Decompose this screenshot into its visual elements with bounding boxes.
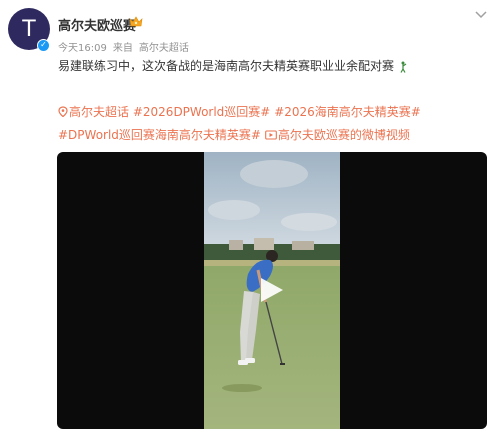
source-prefix: 来自 — [112, 43, 133, 54]
play-icon[interactable] — [256, 275, 286, 305]
golfer-icon — [400, 61, 407, 73]
video-link[interactable]: 高尔夫欧巡赛的微博视频 — [278, 128, 410, 142]
source-link[interactable]: 高尔夫超话 — [139, 43, 189, 54]
post-time: 今天16:09 — [58, 43, 107, 54]
crown-icon — [129, 16, 143, 27]
tag-supertopic[interactable]: 高尔夫超话 — [69, 105, 129, 119]
post-body: 易建联练习中，这次备战的是海南高尔夫精英赛职业业余配对赛 — [58, 59, 395, 73]
verified-icon: ✓ — [37, 39, 50, 52]
location-icon — [58, 106, 68, 117]
chevron-down-icon[interactable] — [474, 10, 488, 20]
post-meta: 今天16:09 来自 高尔夫超话 — [58, 39, 195, 54]
post-text: 易建联练习中，这次备战的是海南高尔夫精英赛职业业余配对赛 — [58, 57, 478, 75]
tag-dpworld-hainan[interactable]: #DPWorld巡回赛海南高尔夫精英赛# — [58, 128, 261, 142]
video-link-icon — [264, 130, 277, 140]
author-name[interactable]: 高尔夫欧巡赛 — [58, 15, 136, 34]
avatar-letter: T — [22, 16, 36, 42]
topic-tags: 高尔夫超话 #2026DPWorld巡回赛# #2026海南高尔夫精英赛# #D… — [58, 101, 483, 147]
tag-hainan-2026[interactable]: #2026海南高尔夫精英赛# — [274, 105, 421, 119]
tag-dpworld-2026[interactable]: #2026DPWorld巡回赛# — [133, 105, 271, 119]
video-player[interactable] — [57, 152, 487, 429]
